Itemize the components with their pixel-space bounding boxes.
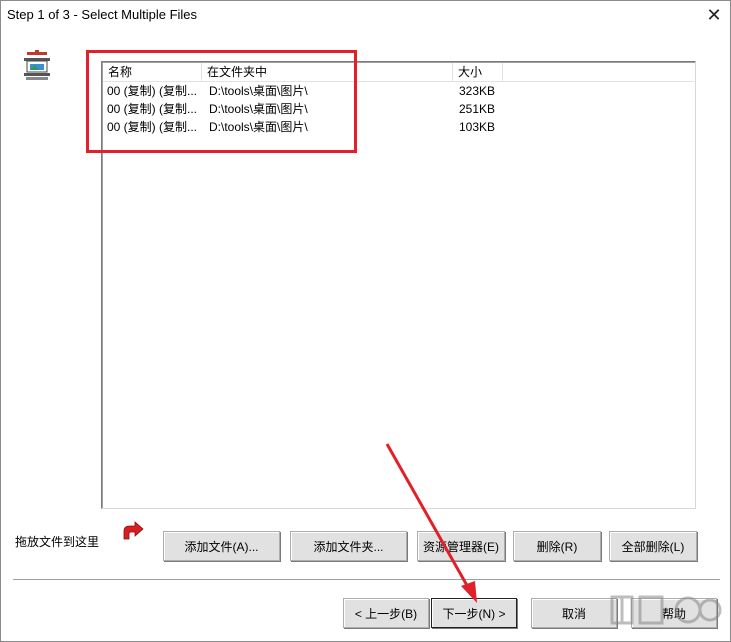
select-files-dialog: Step 1 of 3 - Select Multiple Files ✕ 名称… bbox=[0, 0, 731, 642]
explorer-button[interactable]: 资源管理器(E) bbox=[417, 531, 505, 561]
delete-button[interactable]: 删除(R) bbox=[513, 531, 601, 561]
next-button[interactable]: 下一步(N) > bbox=[431, 598, 517, 628]
file-size: 323KB bbox=[459, 84, 496, 98]
window-title: Step 1 of 3 - Select Multiple Files bbox=[7, 7, 198, 22]
watermark-logo bbox=[610, 595, 722, 625]
delete-all-button[interactable]: 全部删除(L) bbox=[609, 531, 697, 561]
file-size: 103KB bbox=[459, 120, 496, 134]
title-bar: Step 1 of 3 - Select Multiple Files ✕ bbox=[1, 1, 730, 31]
divider bbox=[13, 579, 720, 581]
column-header-size[interactable]: 大小 bbox=[453, 63, 503, 82]
cancel-button[interactable]: 取消 bbox=[531, 598, 617, 628]
curved-arrow-icon bbox=[123, 521, 144, 540]
drop-files-label: 拖放文件到这里 bbox=[15, 535, 100, 549]
annotation-highlight-box bbox=[86, 50, 357, 153]
file-stamp-icon bbox=[24, 50, 50, 80]
file-size: 251KB bbox=[459, 102, 496, 116]
close-icon[interactable]: ✕ bbox=[698, 1, 730, 29]
back-button[interactable]: < 上一步(B) bbox=[343, 598, 429, 628]
add-folder-button[interactable]: 添加文件夹... bbox=[290, 531, 407, 561]
add-file-button[interactable]: 添加文件(A)... bbox=[163, 531, 280, 561]
